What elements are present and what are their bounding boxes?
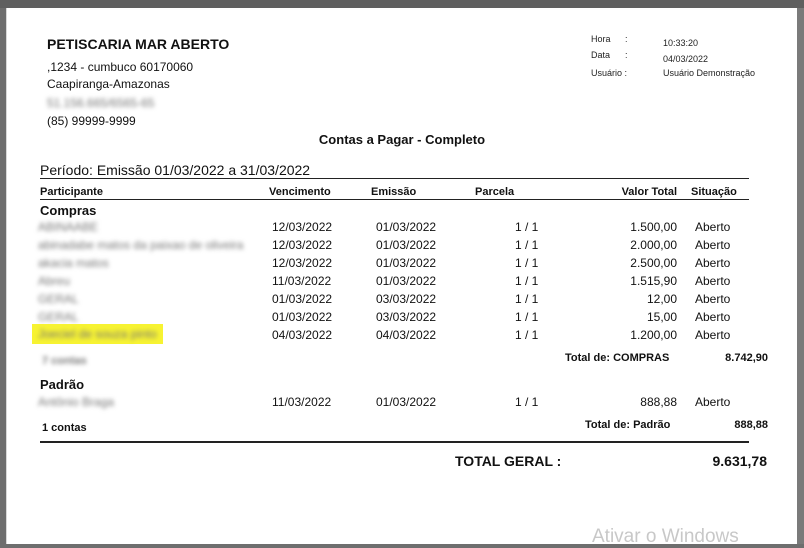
col-valor-total: Valor Total — [621, 186, 677, 198]
company-name: PETISCARIA MAR ABERTO — [47, 36, 230, 52]
row-parcela: 1 / 1 — [515, 256, 539, 270]
grand-total-divider — [40, 441, 749, 443]
group-title-compras: Compras — [40, 203, 97, 218]
group-total-label-compras: Total de: COMPRAS — [565, 352, 670, 364]
row-situacao: Aberto — [695, 274, 731, 288]
group-count-padrao: 1 contas — [42, 422, 87, 434]
row-vencimento: 12/03/2022 — [272, 238, 333, 252]
row-vencimento: 11/03/2022 — [272, 274, 332, 288]
row-valor: 888,88 — [640, 395, 677, 409]
row-vencimento: 01/03/2022 — [272, 292, 333, 306]
row-situacao: Aberto — [695, 310, 731, 324]
col-parcela: Parcela — [475, 186, 515, 198]
row-emissao: 03/03/2022 — [376, 292, 437, 306]
row-parcela: 1 / 1 — [515, 395, 539, 409]
row-valor: 12,00 — [646, 292, 677, 306]
group-total-value-compras: 8.742,90 — [725, 352, 768, 364]
windows-activation-watermark: Ativar o Windows — [592, 526, 739, 547]
row-situacao: Aberto — [695, 328, 731, 342]
period-divider — [40, 178, 749, 179]
row-participante: Joeciel de souza pinto — [38, 327, 157, 341]
company-address: ,1234 - cumbuco 60170060 — [47, 60, 194, 74]
meta-data-label: Data — [591, 50, 611, 60]
meta-hora-label: Hora — [591, 34, 611, 44]
row-emissao: 03/03/2022 — [376, 310, 437, 324]
row-emissao: 01/03/2022 — [376, 256, 437, 270]
row-participante: ABINAABE — [38, 220, 99, 234]
row-parcela: 1 / 1 — [515, 274, 539, 288]
row-participante: Antônio Braga — [38, 395, 115, 409]
row-valor: 2.500,00 — [630, 256, 677, 270]
row-participante: Abreu — [38, 274, 71, 288]
row-situacao: Aberto — [695, 256, 731, 270]
row-valor: 1.515,90 — [630, 274, 677, 288]
group-count-compras: 7 contas — [42, 355, 87, 367]
meta-usuario-label: Usuário : — [591, 68, 628, 78]
row-emissao: 01/03/2022 — [376, 395, 437, 409]
row-situacao: Aberto — [695, 238, 731, 252]
col-emissao: Emissão — [371, 186, 417, 198]
row-situacao: Aberto — [695, 395, 731, 409]
row-valor: 2.000,00 — [630, 238, 677, 252]
row-emissao: 01/03/2022 — [376, 220, 437, 234]
meta-hora-value: 10:33:20 — [663, 38, 699, 48]
group-total-value-padrao: 888,88 — [734, 419, 768, 431]
col-situacao: Situação — [691, 186, 737, 198]
row-participante-highlight: Joeciel de souza pinto — [32, 324, 163, 344]
report-title: Contas a Pagar - Completo — [318, 132, 486, 147]
row-vencimento: 04/03/2022 — [272, 328, 333, 342]
grand-total-value: 9.631,78 — [712, 453, 768, 469]
window-right-edge — [796, 8, 804, 544]
grand-total-label: TOTAL GERAL : — [455, 453, 562, 469]
row-emissao: 01/03/2022 — [376, 274, 437, 288]
company-document: 51.156.665/6565-65 — [47, 96, 155, 110]
row-emissao: 01/03/2022 — [376, 238, 437, 252]
meta-hora-colon: : — [625, 34, 628, 44]
col-vencimento: Vencimento — [269, 186, 331, 198]
row-participante: akacia matos — [38, 256, 109, 270]
company-city: Caapiranga-Amazonas — [47, 77, 170, 91]
row-vencimento: 12/03/2022 — [272, 220, 333, 234]
report-page: PETISCARIA MAR ABERTO ,1234 - cumbuco 60… — [6, 8, 797, 547]
row-participante: GERAL — [38, 310, 79, 324]
col-participante: Participante — [40, 186, 103, 198]
row-participante: abinadabe matos da paixao de oliveira — [38, 238, 244, 252]
meta-usuario-value: Usuário Demonstração — [663, 68, 756, 78]
row-parcela: 1 / 1 — [515, 220, 539, 234]
group-total-label-padrao: Total de: Padrão — [585, 419, 671, 431]
row-situacao: Aberto — [695, 292, 731, 306]
row-parcela: 1 / 1 — [515, 292, 539, 306]
group-title-padrao: Padrão — [40, 377, 85, 392]
row-vencimento: 01/03/2022 — [272, 310, 333, 324]
window-top-edge — [0, 0, 804, 8]
row-parcela: 1 / 1 — [515, 328, 539, 342]
header-divider — [40, 199, 749, 200]
row-vencimento: 12/03/2022 — [272, 256, 333, 270]
row-participante: GERAL — [38, 292, 79, 306]
row-parcela: 1 / 1 — [515, 310, 539, 324]
row-valor: 1.500,00 — [630, 220, 677, 234]
row-emissao: 04/03/2022 — [376, 328, 437, 342]
meta-data-colon: : — [625, 50, 628, 60]
company-phone: (85) 99999-9999 — [47, 114, 136, 128]
row-valor: 1.200,00 — [630, 328, 677, 342]
row-valor: 15,00 — [646, 310, 677, 324]
meta-data-value: 04/03/2022 — [663, 54, 709, 64]
row-vencimento: 11/03/2022 — [272, 395, 332, 409]
row-situacao: Aberto — [695, 220, 731, 234]
report-period: Período: Emissão 01/03/2022 a 31/03/2022 — [40, 162, 311, 178]
row-parcela: 1 / 1 — [515, 238, 539, 252]
